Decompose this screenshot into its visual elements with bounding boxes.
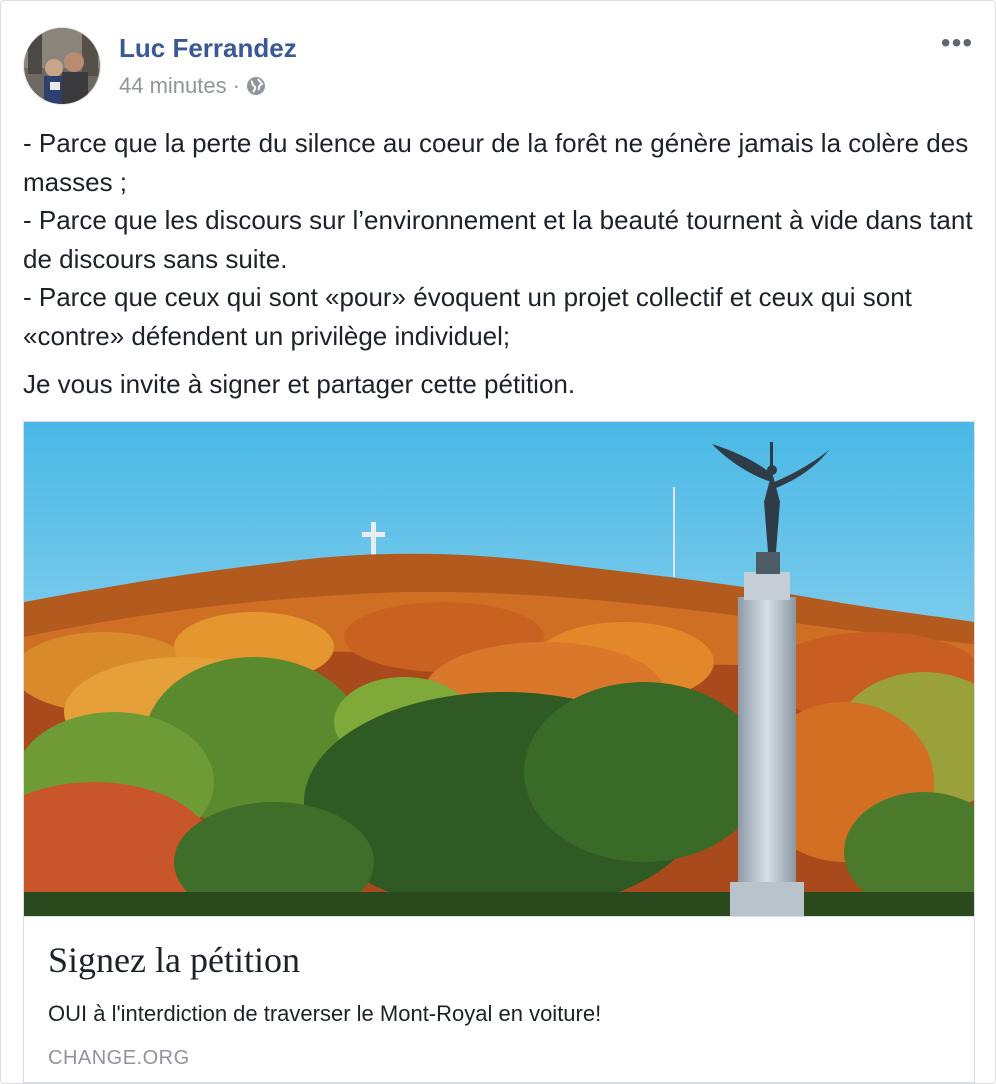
post-paragraph: - Parce que ceux qui sont «pour» évoquen… xyxy=(23,282,912,351)
post-meta: 44 minutes · xyxy=(119,73,266,99)
link-description: OUI à l'interdiction de traverser le Mon… xyxy=(48,1001,602,1026)
link-domain: CHANGE.ORG xyxy=(48,1047,190,1069)
globe-icon[interactable] xyxy=(246,76,266,96)
post-invite: Je vous invite à signer et partager cett… xyxy=(23,369,576,399)
link-title[interactable]: Signez la pétition xyxy=(48,939,300,981)
more-options-button[interactable]: ••• xyxy=(939,27,975,58)
link-preview-card[interactable]: Signez la pétition OUI à l'interdiction … xyxy=(23,421,975,1083)
link-preview-image[interactable] xyxy=(24,422,974,916)
post-paragraph: - Parce que la perte du silence au coeur… xyxy=(23,128,969,197)
facebook-post: Luc Ferrandez 44 minutes · ••• - Parce q… xyxy=(0,0,996,1084)
post-paragraph: - Parce que les discours sur l’environne… xyxy=(23,205,973,274)
author-avatar[interactable] xyxy=(23,27,101,105)
link-preview-text[interactable]: Signez la pétition OUI à l'interdiction … xyxy=(24,916,974,1082)
author-name[interactable]: Luc Ferrandez xyxy=(119,33,297,64)
post-timestamp[interactable]: 44 minutes xyxy=(119,73,227,99)
post-body: - Parce que la perte du silence au coeur… xyxy=(23,124,975,404)
meta-separator: · xyxy=(232,73,240,98)
